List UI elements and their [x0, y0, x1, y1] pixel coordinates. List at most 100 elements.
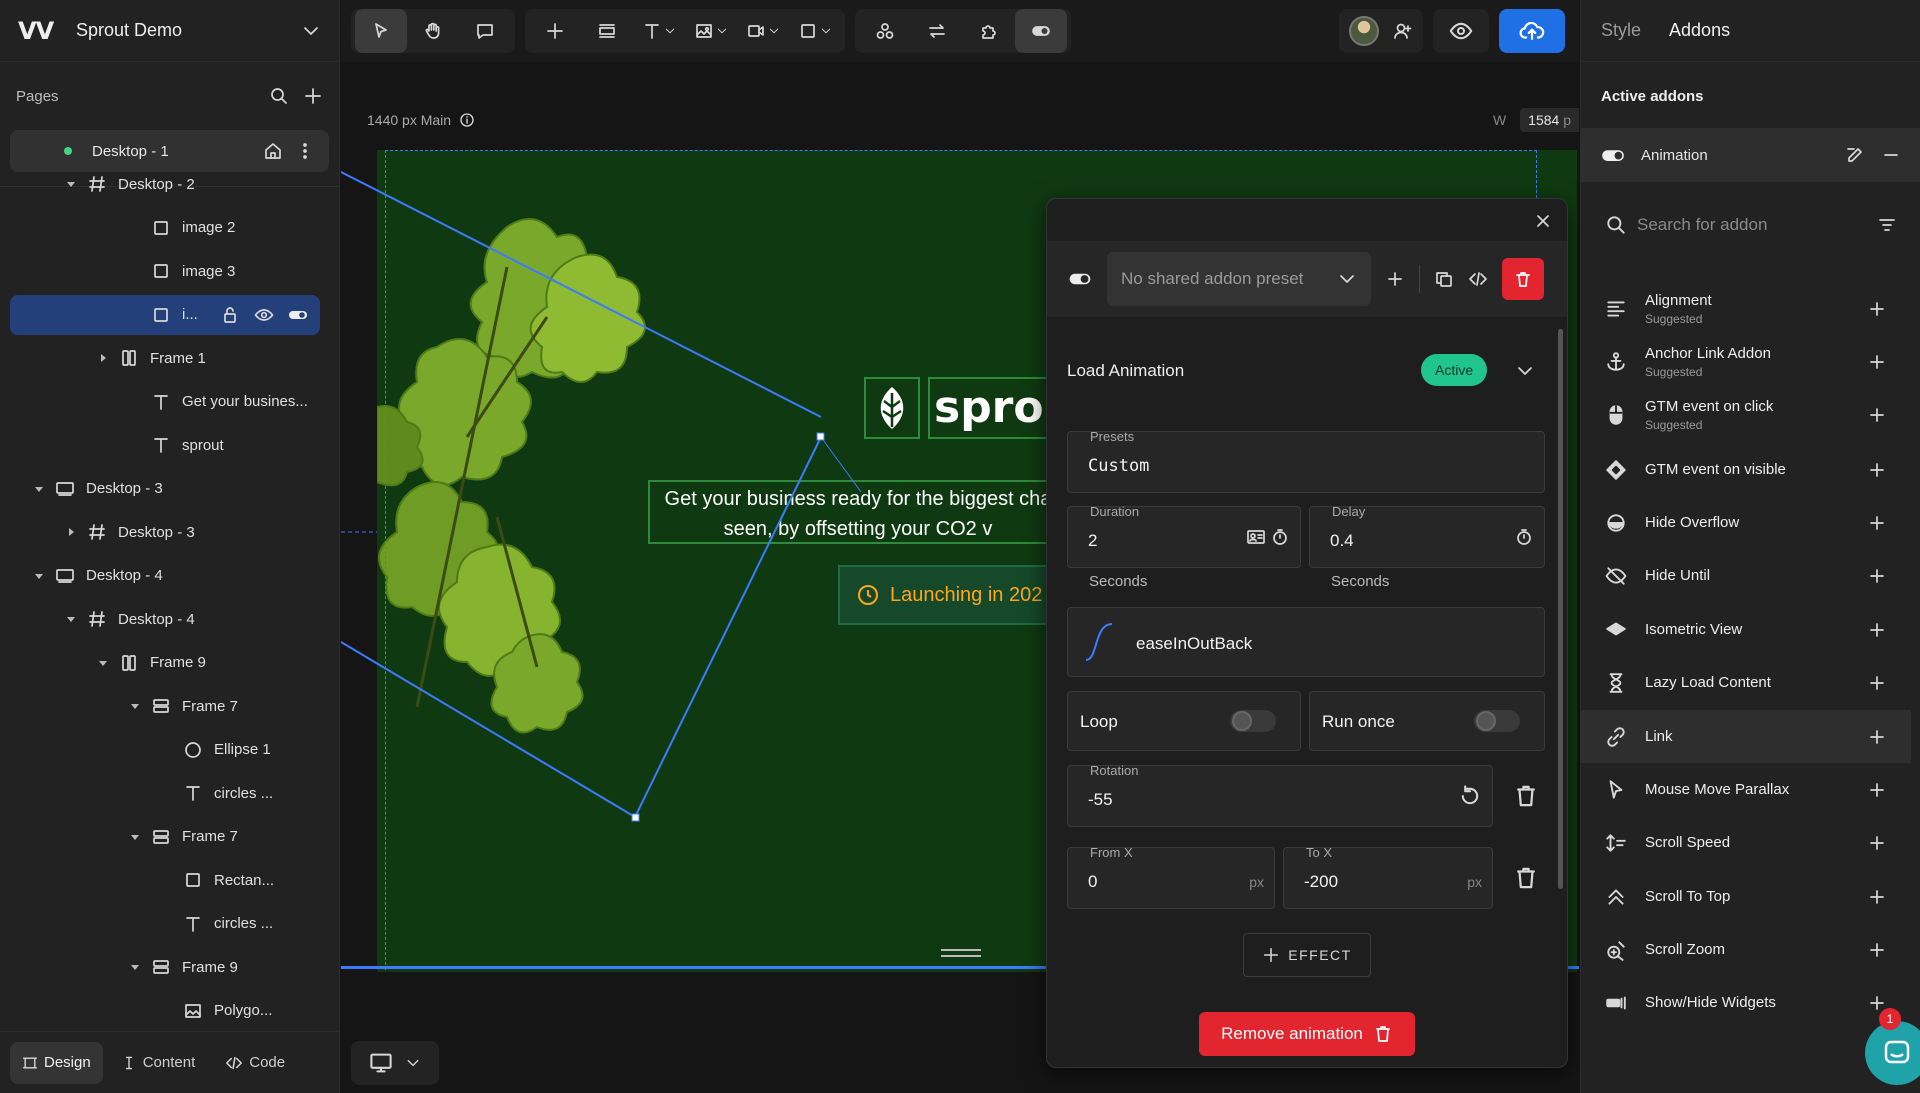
layer-row[interactable]: circles ... [10, 773, 320, 813]
delete-preset-button[interactable] [1502, 258, 1544, 300]
addon-item[interactable]: Mouse Move Parallax [1581, 763, 1911, 816]
duration-field[interactable]: Duration 2 [1067, 505, 1301, 568]
layer-row[interactable]: Get your busines... [10, 382, 320, 422]
eye-icon[interactable] [1449, 19, 1473, 43]
run-once-toggle-field[interactable]: Run once [1309, 691, 1545, 751]
plus-icon[interactable] [1867, 460, 1887, 480]
layer-row[interactable]: Desktop - 3 [10, 469, 320, 509]
close-icon[interactable] [1533, 211, 1553, 231]
layer-row[interactable]: Frame 7 [10, 686, 320, 726]
search-icon[interactable] [269, 86, 289, 106]
timer-icon[interactable] [1270, 527, 1290, 547]
edit-icon[interactable] [1845, 145, 1865, 165]
filter-icon[interactable] [1877, 215, 1897, 235]
more-vertical-icon[interactable] [295, 141, 315, 161]
addon-item[interactable]: Scroll To Top [1581, 870, 1911, 923]
layer-row[interactable]: sprout [10, 425, 320, 465]
layer-row[interactable]: Desktop - 4 [10, 556, 320, 596]
layer-row[interactable]: circles ... [10, 904, 320, 944]
plus-icon[interactable] [1867, 299, 1887, 319]
caret-down-icon[interactable] [32, 482, 46, 496]
device-switcher[interactable] [351, 1041, 439, 1085]
video-tool[interactable] [737, 9, 789, 53]
eye-icon[interactable] [254, 305, 274, 325]
publish-button[interactable] [1499, 9, 1565, 53]
layer-row[interactable]: Frame 9 [10, 643, 320, 683]
delay-field[interactable]: Delay 0.4 [1309, 505, 1545, 568]
image-tool[interactable] [685, 9, 737, 53]
rotate-icon[interactable] [1458, 784, 1482, 808]
plus-icon[interactable] [1867, 940, 1887, 960]
plus-icon[interactable] [1385, 269, 1405, 289]
tab-addons[interactable]: Addons [1669, 20, 1730, 41]
easing-select[interactable]: easeInOutBack [1067, 607, 1545, 677]
addon-item[interactable]: Scroll Zoom [1581, 923, 1911, 976]
plus-icon[interactable] [1867, 620, 1887, 640]
tab-code[interactable]: Code [213, 1042, 297, 1084]
tab-content[interactable]: Content [109, 1042, 208, 1084]
toggle-icon[interactable] [1067, 266, 1093, 292]
layer-row[interactable]: Frame 1 [10, 338, 320, 378]
shared-preset-select[interactable]: No shared addon preset [1107, 252, 1371, 306]
caret-right-icon[interactable] [96, 351, 110, 365]
to-x-field[interactable]: To X -200 px [1283, 846, 1493, 909]
swap-tool[interactable] [911, 9, 963, 53]
copy-icon[interactable] [1434, 269, 1454, 289]
addon-item[interactable]: Hide Overflow [1581, 496, 1911, 549]
layer-row[interactable]: Desktop - 4 [10, 599, 320, 639]
rotation-field[interactable]: Rotation -55 [1067, 764, 1493, 827]
addon-item[interactable]: Show/Hide Widgets [1581, 976, 1911, 1029]
lock-open-icon[interactable] [220, 305, 240, 325]
plus-icon[interactable] [1867, 673, 1887, 693]
comment-tool[interactable] [459, 9, 511, 53]
layer-row[interactable]: Ellipse 1 [10, 730, 320, 770]
plus-icon[interactable] [1867, 566, 1887, 586]
caret-right-icon[interactable] [64, 525, 78, 539]
chat-button[interactable] [1865, 1021, 1920, 1085]
chevron-down-icon[interactable] [1515, 361, 1535, 381]
minus-icon[interactable] [1881, 145, 1901, 165]
home-icon[interactable] [263, 141, 283, 161]
text-tool[interactable] [633, 9, 685, 53]
section-tool[interactable] [581, 9, 633, 53]
presets-field[interactable]: Presets Custom [1067, 430, 1545, 493]
add-tool[interactable] [529, 9, 581, 53]
plugins-tool[interactable] [963, 9, 1015, 53]
layer-row[interactable]: image 3 [10, 251, 320, 291]
plus-icon[interactable] [1867, 352, 1887, 372]
plus-icon[interactable] [1867, 513, 1887, 533]
plus-icon[interactable] [1867, 887, 1887, 907]
addon-item[interactable]: Scroll Speed [1581, 816, 1911, 869]
addon-search[interactable]: Search for addon [1581, 205, 1920, 245]
addon-item[interactable]: Hide Until [1581, 549, 1911, 602]
caret-down-icon[interactable] [128, 960, 142, 974]
code-icon[interactable] [1468, 269, 1488, 289]
trash-icon[interactable] [1513, 783, 1539, 809]
layer-row[interactable]: image 2 [10, 208, 320, 248]
layer-row[interactable]: Rectan... [10, 860, 320, 900]
avatar[interactable] [1349, 16, 1379, 46]
active-addon-animation[interactable]: Animation [1581, 128, 1920, 182]
components-tool[interactable] [859, 9, 911, 53]
addon-item[interactable]: Lazy Load Content [1581, 656, 1911, 709]
caret-down-icon[interactable] [128, 830, 142, 844]
project-header[interactable]: VV Sprout Demo [0, 0, 339, 62]
loop-toggle[interactable] [1230, 710, 1276, 732]
caret-down-icon[interactable] [128, 699, 142, 713]
add-effect-button[interactable]: EFFECT [1243, 933, 1371, 977]
panel-scrollbar[interactable] [1558, 329, 1563, 889]
tab-design[interactable]: Design [10, 1041, 103, 1084]
timer-icon[interactable] [1514, 527, 1534, 547]
add-user-icon[interactable] [1393, 21, 1413, 41]
layer-row[interactable]: Desktop - 3 [10, 512, 320, 552]
addon-item[interactable]: Isometric View [1581, 603, 1911, 656]
caret-down-icon[interactable] [96, 656, 110, 670]
addon-item[interactable]: Anchor Link Addon Suggested [1581, 335, 1911, 388]
chevron-down-icon[interactable] [301, 21, 321, 41]
addon-item[interactable]: GTM event on click Suggested [1581, 388, 1911, 441]
hand-tool[interactable] [407, 9, 459, 53]
plus-icon[interactable] [1867, 405, 1887, 425]
layer-row[interactable]: Frame 9 [10, 947, 320, 987]
addon-item[interactable]: Link [1581, 710, 1911, 763]
addons-tool[interactable] [1015, 9, 1067, 53]
